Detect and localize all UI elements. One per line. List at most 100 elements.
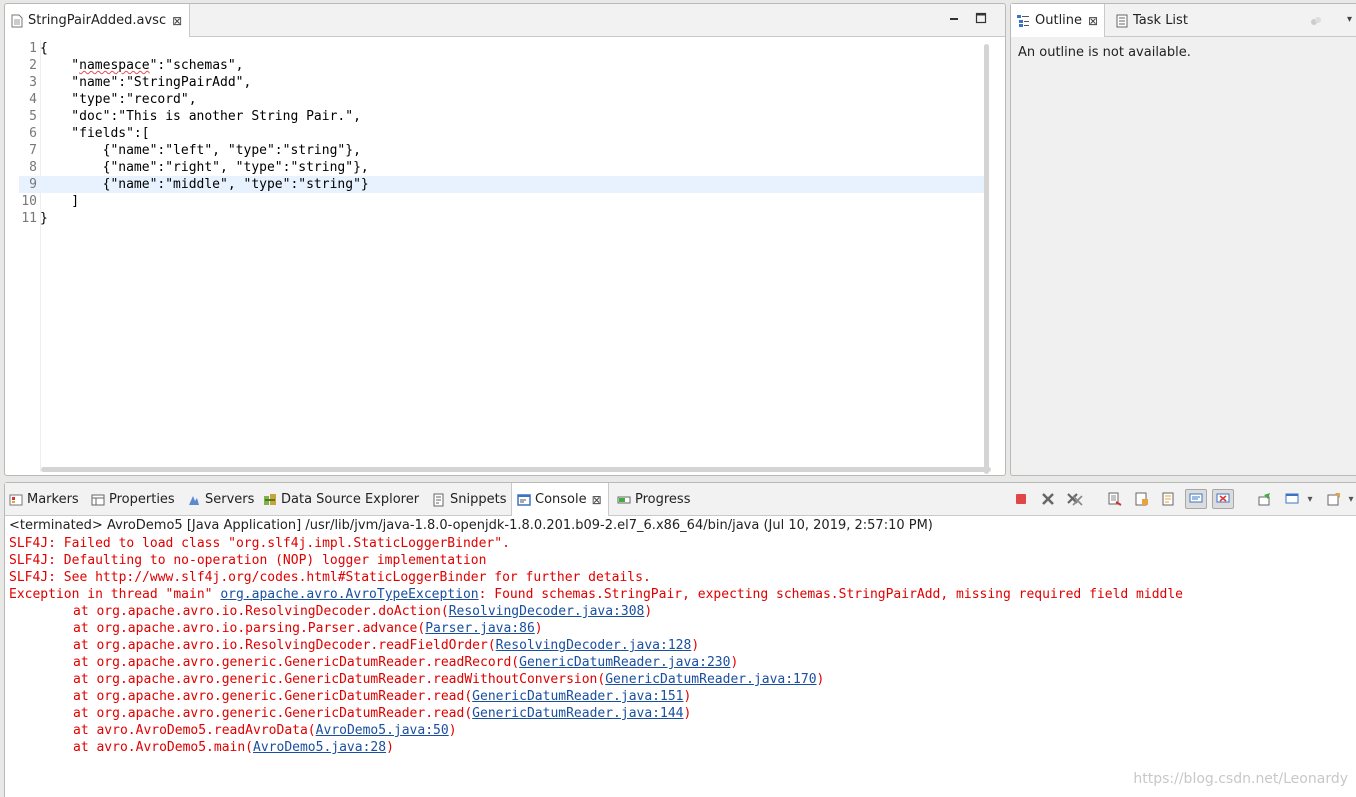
console-line: at org.apache.avro.generic.GenericDatumR…	[73, 706, 692, 721]
console-line: at org.apache.avro.generic.GenericDatumR…	[73, 689, 692, 704]
line-text: "type":"record",	[40, 92, 197, 107]
chevron-down-icon[interactable]: ▾	[1347, 14, 1352, 25]
code-line[interactable]: 8 {"name":"right", "type":"string"},	[19, 159, 989, 176]
remove-launch-button[interactable]	[1037, 489, 1059, 509]
tab-outline[interactable]: Outline ⊠	[1011, 4, 1106, 37]
tab-properties[interactable]: Properties	[91, 483, 175, 516]
servers-icon	[189, 495, 199, 505]
line-number: 5	[29, 109, 37, 124]
tab-console[interactable]: Console ⊠	[511, 483, 609, 516]
tab-task-list-label: Task List	[1133, 13, 1188, 28]
tab-servers[interactable]: Servers	[187, 483, 254, 516]
console-process-label: <terminated> AvroDemo5 [Java Application…	[9, 518, 933, 533]
console-line: at org.apache.avro.io.ResolvingDecoder.d…	[73, 604, 653, 619]
bottom-tab-bar: Markers Properties Servers Data Source E…	[5, 483, 1356, 516]
vertical-scrollbar[interactable]	[984, 44, 989, 474]
clear-console-button[interactable]	[1104, 489, 1126, 509]
line-number: 3	[29, 75, 37, 90]
line-number: 4	[29, 92, 37, 107]
tab-task-list[interactable]: Task List	[1111, 4, 1193, 37]
stack-trace-link[interactable]: AvroDemo5.java:28	[253, 740, 386, 755]
line-text: {"name":"middle", "type":"string"}	[40, 177, 369, 192]
editor-pane: StringPairAdded.avsc ⊠ 1{2 "namespace":"…	[4, 3, 1006, 476]
code-line[interactable]: 10 ]	[19, 193, 989, 210]
tab-progress-label: Progress	[635, 492, 691, 507]
scroll-lock-button[interactable]	[1131, 489, 1153, 509]
console-line: at org.apache.avro.generic.GenericDatumR…	[73, 672, 825, 687]
editor-tab-stringpairadded[interactable]: StringPairAdded.avsc ⊠	[5, 4, 191, 37]
display-console-button[interactable]	[1281, 489, 1303, 509]
stack-trace-link[interactable]: GenericDatumReader.java:230	[519, 655, 730, 670]
tab-progress[interactable]: Progress	[617, 483, 690, 516]
outline-icon	[1017, 14, 1029, 27]
line-text: "doc":"This is another String Pair.",	[40, 109, 361, 124]
database-icon	[264, 493, 276, 505]
code-line[interactable]: 7 {"name":"left", "type":"string"},	[19, 142, 989, 159]
tab-outline-label: Outline	[1035, 13, 1083, 28]
console-line: SLF4J: See http://www.slf4j.org/codes.ht…	[9, 570, 651, 585]
console-output[interactable]: SLF4J: Failed to load class "org.slf4j.i…	[9, 535, 1183, 756]
console-line: at org.apache.avro.generic.GenericDatumR…	[73, 655, 739, 670]
remove-all-terminated-button[interactable]	[1064, 489, 1086, 509]
show-console-stdout-button[interactable]	[1185, 489, 1207, 509]
line-number: 10	[21, 194, 37, 209]
chevron-down-icon[interactable]: ▾	[1303, 489, 1317, 509]
tab-properties-label: Properties	[109, 492, 175, 507]
close-icon[interactable]: ⊠	[1087, 14, 1099, 28]
show-console-stderr-button[interactable]	[1212, 489, 1234, 509]
maximize-icon[interactable]	[974, 12, 988, 26]
stack-trace-link[interactable]: GenericDatumReader.java:151	[472, 689, 683, 704]
tab-markers[interactable]: Markers	[9, 483, 79, 516]
stack-trace-link[interactable]: ResolvingDecoder.java:128	[496, 638, 692, 653]
spelling-warning: namespace	[79, 58, 150, 73]
code-line[interactable]: 11}	[19, 210, 989, 227]
view-menu-icon[interactable]	[1309, 14, 1323, 32]
tab-snippets[interactable]: Snippets	[432, 483, 506, 516]
tab-markers-label: Markers	[27, 492, 79, 507]
stack-trace-link[interactable]: Parser.java:86	[425, 621, 535, 636]
word-wrap-button[interactable]	[1158, 489, 1180, 509]
code-line[interactable]: 4 "type":"record",	[19, 91, 989, 108]
code-line[interactable]: 2 "namespace":"schemas",	[19, 57, 989, 74]
code-editor[interactable]: 1{2 "namespace":"schemas", 3 "name":"Stri…	[19, 40, 989, 472]
tab-data-source-explorer[interactable]: Data Source Explorer	[263, 483, 419, 516]
stack-trace-link[interactable]: org.apache.avro.AvroTypeException	[220, 587, 478, 602]
progress-icon	[617, 496, 631, 503]
line-number: 8	[29, 160, 37, 175]
console-icon	[517, 493, 531, 506]
tab-data-source-explorer-label: Data Source Explorer	[281, 492, 420, 507]
console-line: at avro.AvroDemo5.main(AvroDemo5.java:28…	[73, 740, 394, 755]
code-line[interactable]: 3 "name":"StringPairAdd",	[19, 74, 989, 91]
code-line[interactable]: 9 {"name":"middle", "type":"string"}	[19, 176, 989, 193]
file-icon	[11, 14, 23, 27]
line-number: 2	[29, 58, 37, 73]
line-text: {"name":"right", "type":"string"},	[40, 160, 369, 175]
chevron-down-icon[interactable]: ▾	[1345, 489, 1356, 509]
close-icon[interactable]: ⊠	[591, 493, 603, 507]
task-list-icon	[1116, 14, 1128, 27]
open-console-button[interactable]	[1323, 489, 1345, 509]
line-text: "namespace":"schemas",	[40, 58, 244, 73]
stack-trace-link[interactable]: ResolvingDecoder.java:308	[449, 604, 645, 619]
line-text: "name":"StringPairAdd",	[40, 75, 252, 90]
tab-snippets-label: Snippets	[450, 492, 507, 507]
line-number: 7	[29, 143, 37, 158]
minimize-icon[interactable]	[947, 12, 961, 26]
code-line[interactable]: 5 "doc":"This is another String Pair.",	[19, 108, 989, 125]
line-text: }	[40, 211, 48, 226]
terminate-button[interactable]	[1010, 489, 1032, 509]
outline-pane: Outline ⊠ Task List ▾ An outline is not …	[1010, 3, 1356, 476]
stack-trace-link[interactable]: GenericDatumReader.java:170	[605, 672, 816, 687]
console-line: Exception in thread "main" org.apache.av…	[9, 587, 1184, 602]
stack-trace-link[interactable]: AvroDemo5.java:50	[316, 723, 449, 738]
code-line[interactable]: 1{	[19, 40, 989, 57]
tab-servers-label: Servers	[205, 492, 255, 507]
pin-console-button[interactable]	[1254, 489, 1276, 509]
horizontal-scrollbar[interactable]	[41, 467, 991, 472]
stack-trace-link[interactable]: GenericDatumReader.java:144	[472, 706, 683, 721]
close-icon[interactable]: ⊠	[171, 14, 183, 28]
editor-tab-bar: StringPairAdded.avsc ⊠	[5, 4, 1005, 37]
outline-message: An outline is not available.	[1018, 45, 1191, 60]
line-number: 11	[21, 211, 37, 226]
code-line[interactable]: 6 "fields":[	[19, 125, 989, 142]
